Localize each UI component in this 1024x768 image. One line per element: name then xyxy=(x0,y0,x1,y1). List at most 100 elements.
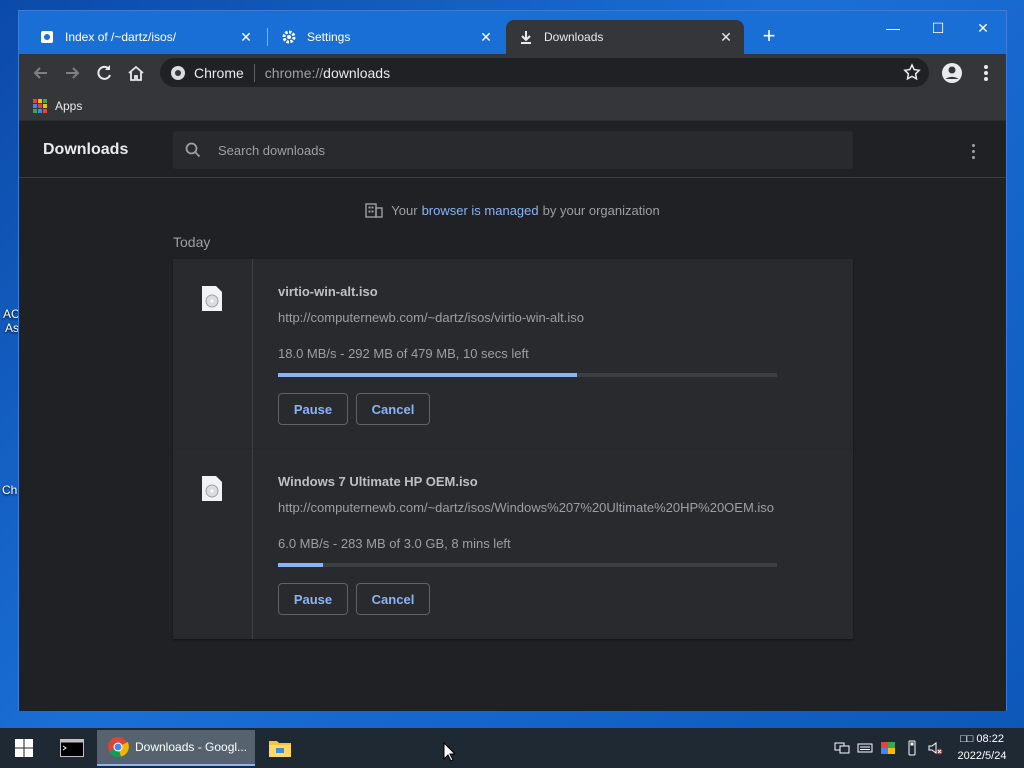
managed-link[interactable]: browser is managed xyxy=(422,203,539,218)
progress-bar xyxy=(278,563,777,567)
tab-separator xyxy=(267,28,268,46)
search-box[interactable] xyxy=(173,131,853,169)
reload-icon xyxy=(97,65,111,80)
arrow-right-icon xyxy=(66,67,80,79)
desktop-icon-label: As xyxy=(5,321,20,335)
bookmarks-bar: Apps xyxy=(19,91,1006,121)
file-icon-column xyxy=(173,259,253,449)
keyboard-icon[interactable] xyxy=(857,740,873,756)
date-section-label: Today xyxy=(173,234,211,250)
tab-label: Settings xyxy=(307,30,351,44)
site-chip[interactable]: Chrome xyxy=(160,65,244,81)
progress-fill xyxy=(278,373,578,377)
menu-button[interactable] xyxy=(974,61,998,85)
file-url[interactable]: http://computernewb.com/~dartz/isos/Wind… xyxy=(278,500,778,515)
file-name[interactable]: Windows 7 Ultimate HP OEM.iso xyxy=(278,474,478,489)
downloads-page: Downloads Your browser is managed by you… xyxy=(19,122,1006,711)
reload-button[interactable] xyxy=(92,61,116,85)
page-title: Downloads xyxy=(43,141,129,158)
terminal-icon xyxy=(60,739,84,757)
file-url[interactable]: http://computernewb.com/~dartz/isos/virt… xyxy=(278,310,778,325)
tab-index-isos[interactable]: Index of /~dartz/isos/ ✕ xyxy=(27,20,264,54)
close-icon[interactable]: ✕ xyxy=(478,29,494,45)
taskbar-chrome-label: Downloads - Googl... xyxy=(135,740,248,754)
progress-bar xyxy=(278,373,777,377)
profile-button[interactable] xyxy=(940,61,964,85)
building-icon xyxy=(365,203,383,218)
url-host: downloads xyxy=(323,64,391,81)
close-icon[interactable]: ✕ xyxy=(238,29,254,45)
clock-date: 2022/5/24 xyxy=(957,750,1007,762)
arrow-left-icon xyxy=(33,67,47,79)
star-icon[interactable] xyxy=(903,63,921,81)
dot xyxy=(971,155,975,159)
kebab-menu-icon xyxy=(984,65,988,81)
cancel-button[interactable]: Cancel xyxy=(356,393,430,425)
network-icon[interactable] xyxy=(834,740,850,756)
apps-grid-icon xyxy=(33,98,47,113)
tab-label: Downloads xyxy=(544,30,604,44)
desktop-icon-label: Ch xyxy=(2,483,18,497)
generic-page-icon xyxy=(39,29,55,45)
home-button[interactable] xyxy=(124,61,148,85)
chip-label: Chrome xyxy=(194,64,244,81)
pause-button[interactable]: Pause xyxy=(278,393,348,425)
tab-label: Index of /~dartz/isos/ xyxy=(65,30,177,44)
search-icon xyxy=(185,142,201,158)
url-scheme: chrome:// xyxy=(264,64,324,81)
close-icon[interactable]: ✕ xyxy=(718,29,734,45)
apps-shortcut[interactable]: Apps xyxy=(55,99,82,113)
new-tab-button[interactable]: + xyxy=(757,25,781,49)
start-button[interactable] xyxy=(0,728,48,768)
home-icon xyxy=(128,65,144,81)
pause-button[interactable]: Pause xyxy=(278,583,348,615)
tab-strip: Index of /~dartz/isos/ ✕ Settings ✕ Down… xyxy=(19,11,1006,54)
taskbar-file-explorer[interactable] xyxy=(258,728,302,768)
tab-downloads[interactable]: Downloads ✕ xyxy=(506,20,744,54)
color-app-icon[interactable] xyxy=(880,740,896,756)
managed-suffix: by your organization xyxy=(542,202,660,218)
gear-icon xyxy=(281,29,297,45)
forward-button[interactable] xyxy=(60,61,84,85)
browser-window: Index of /~dartz/isos/ ✕ Settings ✕ Down… xyxy=(18,10,1007,711)
download-icon xyxy=(518,29,534,45)
dot xyxy=(971,149,975,153)
system-clock[interactable]: □□ 08:22 2022/5/24 xyxy=(952,731,1012,765)
download-item: Windows 7 Ultimate HP OEM.iso http://com… xyxy=(173,449,853,639)
managed-prefix: Your xyxy=(391,202,418,218)
address-bar[interactable]: Chrome chrome:// downloads xyxy=(160,58,929,87)
omnibox-divider xyxy=(253,63,255,82)
file-icon-column xyxy=(173,449,253,639)
dot xyxy=(971,143,975,147)
cancel-button[interactable]: Cancel xyxy=(356,583,430,615)
search-input[interactable] xyxy=(218,142,818,158)
download-item: virtio-win-alt.iso http://computernewb.c… xyxy=(173,259,853,449)
taskbar-chrome[interactable]: Downloads - Googl... xyxy=(97,730,255,766)
avatar-icon xyxy=(942,63,962,83)
windows-logo-icon xyxy=(15,739,33,757)
browser-toolbar: Chrome chrome:// downloads xyxy=(19,54,1006,91)
chrome-logo-icon xyxy=(171,65,185,80)
managed-notice: Your browser is managed by your organiza… xyxy=(19,202,1006,218)
folder-icon xyxy=(269,741,291,757)
download-status: 6.0 MB/s - 283 MB of 3.0 GB, 8 mins left xyxy=(278,536,511,551)
maximize-button[interactable]: ☐ xyxy=(916,15,960,43)
downloads-header: Downloads xyxy=(19,122,1006,178)
taskbar-terminal[interactable] xyxy=(50,728,94,768)
mouse-cursor-icon xyxy=(443,742,455,762)
volume-muted-icon[interactable] xyxy=(927,740,943,756)
progress-fill xyxy=(278,563,323,567)
disc-file-icon xyxy=(202,476,222,501)
disc-file-icon xyxy=(202,286,222,311)
download-status: 18.0 MB/s - 292 MB of 479 MB, 10 secs le… xyxy=(278,346,529,361)
back-button[interactable] xyxy=(29,61,53,85)
minimize-button[interactable]: — xyxy=(871,15,915,43)
downloads-menu-button[interactable] xyxy=(963,141,983,161)
close-window-button[interactable]: ✕ xyxy=(961,15,1005,43)
file-name[interactable]: virtio-win-alt.iso xyxy=(278,284,378,299)
tab-settings[interactable]: Settings ✕ xyxy=(269,20,504,54)
usb-drive-icon[interactable] xyxy=(904,740,920,756)
taskbar: Downloads - Googl... □□ 08:22 2022/5/24 xyxy=(0,728,1024,768)
chrome-logo-icon xyxy=(108,737,129,757)
clock-time: □□ 08:22 xyxy=(960,733,1004,745)
